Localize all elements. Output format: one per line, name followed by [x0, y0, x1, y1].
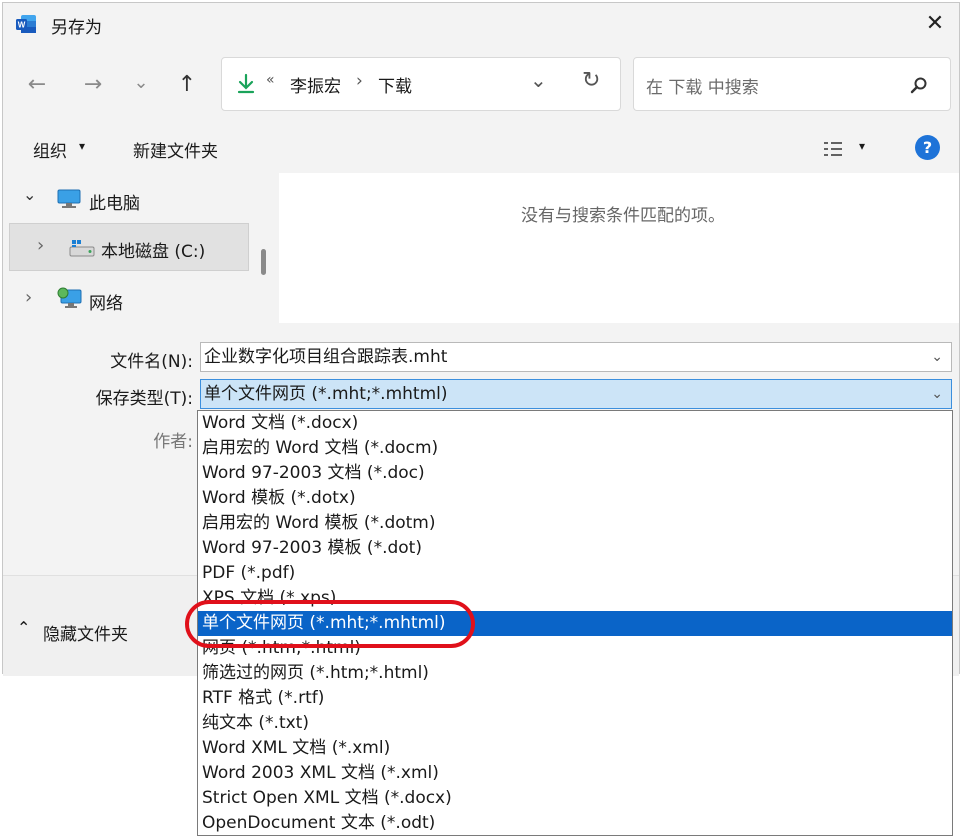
dropdown-option[interactable]: Strict Open XML 文档 (*.docx) — [198, 786, 952, 811]
network-icon — [57, 287, 82, 308]
save-type-label: 保存类型(T): — [95, 389, 193, 409]
tree-item-network[interactable]: › 网络 — [23, 287, 243, 315]
address-bar[interactable]: « 李振宏 › 下载 ⌄ ↻ — [221, 57, 621, 111]
title-bar: W 另存为 ✕ — [3, 3, 959, 45]
dropdown-option[interactable]: 筛选过的网页 (*.htm;*.html) — [198, 661, 952, 686]
dropdown-option[interactable]: Word 模板 (*.dotx) — [198, 486, 952, 511]
drive-icon — [69, 240, 95, 257]
tree-item-local-disk[interactable]: › 本地磁盘 (C:) — [37, 235, 237, 263]
refresh-icon[interactable]: ↻ — [582, 68, 600, 93]
highlight-annotation-circle — [185, 600, 475, 648]
help-icon[interactable]: ? — [915, 135, 940, 160]
dropdown-option[interactable]: Word 2003 XML 文档 (*.xml) — [198, 761, 952, 786]
chevron-down-icon[interactable]: ⌄ — [931, 343, 943, 371]
organize-button[interactable]: 组织 — [33, 137, 67, 162]
dropdown-option[interactable]: RTF 格式 (*.rtf) — [198, 686, 952, 711]
download-icon — [237, 73, 255, 94]
dropdown-option[interactable]: Word 97-2003 文档 (*.doc) — [198, 461, 952, 486]
empty-message: 没有与搜索条件匹配的项。 — [521, 206, 725, 226]
filename-input[interactable]: 企业数字化项目组合跟踪表.mht ⌄ — [200, 342, 952, 372]
chevron-down-icon[interactable]: ⌄ — [931, 380, 943, 408]
tree-item-label: 网络 — [89, 294, 123, 314]
dropdown-option[interactable]: 启用宏的 Word 模板 (*.dotm) — [198, 511, 952, 536]
command-bar: 组织 ▾ 新建文件夹 ▾ — [3, 125, 959, 173]
word-app-icon: W — [16, 15, 36, 33]
recent-locations-button[interactable]: ⌄ — [123, 65, 159, 101]
search-icon[interactable] — [910, 76, 928, 94]
breadcrumb-segment-user[interactable]: 李振宏 — [290, 72, 341, 97]
chevron-down-icon[interactable]: ⌄ — [23, 185, 36, 204]
dropdown-option[interactable]: 启用宏的 Word 文档 (*.docm) — [198, 436, 952, 461]
forward-button[interactable]: → — [75, 67, 111, 103]
search-box[interactable]: 在 下载 中搜索 — [633, 57, 951, 111]
chevron-down-icon[interactable]: ⌄ — [530, 68, 547, 92]
back-button[interactable]: ← — [19, 67, 55, 103]
window-title: 另存为 — [51, 18, 102, 38]
tree-item-label: 此电脑 — [89, 194, 140, 214]
close-button[interactable]: ✕ — [919, 9, 951, 39]
tree-item-label: 本地磁盘 (C:) — [101, 242, 206, 262]
view-caret-icon[interactable]: ▾ — [859, 139, 865, 153]
svg-text:W: W — [18, 21, 26, 30]
dropdown-option[interactable]: Word 97-2003 模板 (*.dot) — [198, 536, 952, 561]
organize-caret-icon[interactable]: ▾ — [79, 139, 85, 153]
chevron-up-icon[interactable]: ⌃ — [17, 618, 30, 637]
chevron-right-icon[interactable]: › — [37, 235, 44, 256]
dropdown-option[interactable]: Word 文档 (*.docx) — [198, 411, 952, 436]
new-folder-button[interactable]: 新建文件夹 — [133, 137, 218, 162]
hide-folders-button[interactable]: 隐藏文件夹 — [43, 620, 128, 645]
dropdown-option[interactable]: Word XML 文档 (*.xml) — [198, 736, 952, 761]
save-type-select[interactable]: 单个文件网页 (*.mht;*.mhtml) ⌄ — [200, 379, 952, 409]
dropdown-option[interactable]: OpenDocument 文本 (*.odt) — [198, 811, 952, 836]
filename-label: 文件名(N): — [110, 352, 193, 372]
search-placeholder[interactable]: 在 下载 中搜索 — [646, 73, 759, 98]
filename-value[interactable]: 企业数字化项目组合跟踪表.mht — [204, 347, 447, 367]
file-list: 没有与搜索条件匹配的项。 — [279, 173, 959, 323]
computer-icon — [57, 189, 81, 208]
chevron-right-icon[interactable]: › — [25, 287, 32, 308]
tree-item-this-pc[interactable]: ⌄ 此电脑 — [23, 185, 243, 215]
nav-pane-scrollbar[interactable] — [261, 249, 266, 275]
save-type-value[interactable]: 单个文件网页 (*.mht;*.mhtml) — [204, 384, 448, 404]
up-button[interactable]: ↑ — [169, 67, 205, 103]
author-label: 作者: — [153, 432, 193, 452]
breadcrumb-separator: › — [356, 71, 363, 91]
dropdown-option[interactable]: PDF (*.pdf) — [198, 561, 952, 586]
dropdown-option[interactable]: 纯文本 (*.txt) — [198, 711, 952, 736]
view-details-icon[interactable] — [823, 141, 843, 157]
breadcrumb-overflow[interactable]: « — [266, 72, 275, 88]
breadcrumb-segment-downloads[interactable]: 下载 — [378, 72, 412, 97]
